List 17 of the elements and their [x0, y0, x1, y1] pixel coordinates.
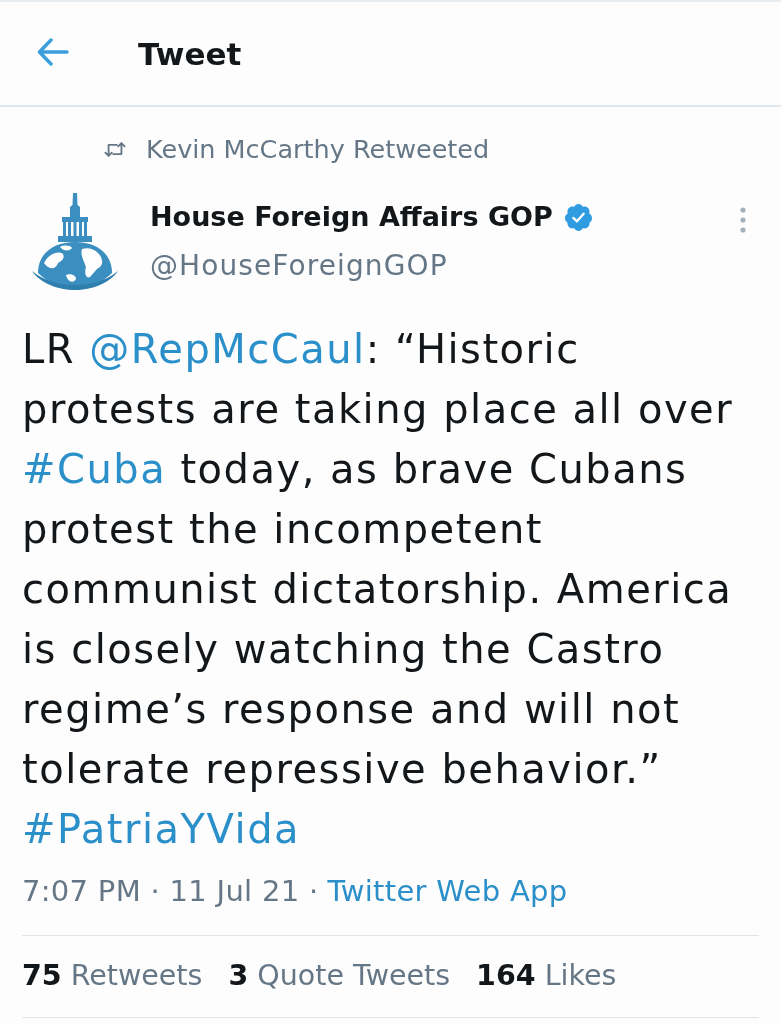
author-handle[interactable]: @HouseForeignGOP	[150, 249, 740, 283]
tweet-text: LR @RepMcCaul: “Historic protests are taking place all over #Cuba today, as brave Cubans protest the incompetent communist dictatorship. America is closely watching the Castro regime’s response and will not tolerate repressive behavior.” #PatriaYVida	[22, 325, 735, 854]
page-title: Tweet	[138, 34, 242, 74]
back-arrow-icon[interactable]	[37, 37, 69, 66]
retweet-icon	[104, 140, 126, 158]
source-link[interactable]: Twitter Web App	[327, 871, 568, 911]
tweet-timestamp: 7:07 PM · 11 Jul 21 ·	[22, 873, 319, 910]
hashtag-link[interactable]: #PatriaYVida	[22, 806, 301, 852]
hashtag-link[interactable]: #Cuba	[22, 446, 167, 492]
mention-link[interactable]: @RepMcCaul	[89, 326, 366, 372]
engagement-count[interactable]: 75 Retweets	[22, 956, 203, 996]
dome-globe-avatar[interactable]	[30, 191, 120, 291]
engagement-count[interactable]: 3 Quote Tweets	[228, 956, 451, 996]
more-options-icon[interactable]	[740, 207, 746, 233]
engagement-count[interactable]: 164 Likes	[476, 956, 617, 996]
author-name[interactable]: House Foreign Affairs GOP	[150, 200, 553, 234]
retweeted-by-label[interactable]: Kevin McCarthy Retweeted	[146, 129, 490, 169]
